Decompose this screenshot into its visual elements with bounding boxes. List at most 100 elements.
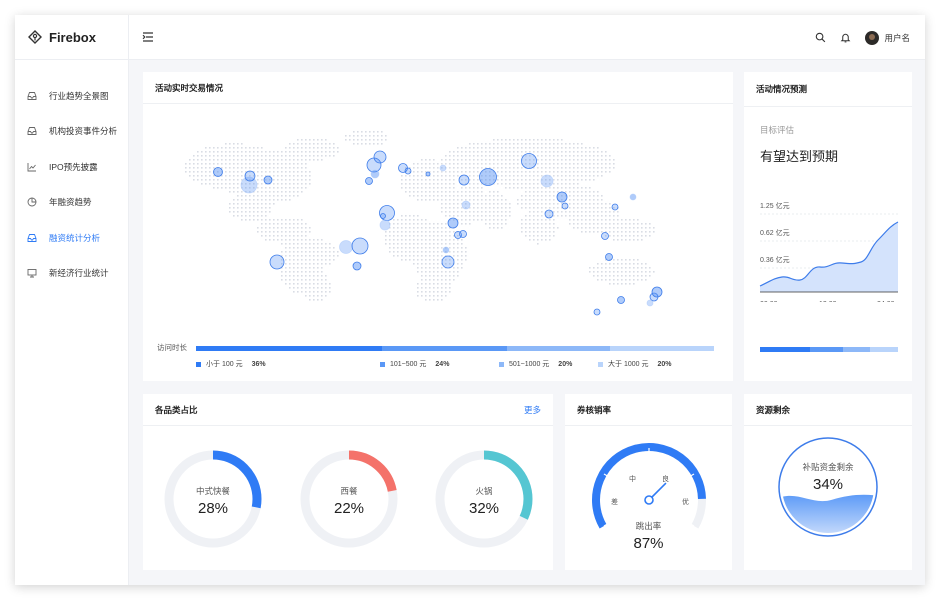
- map-dot: [441, 159, 443, 161]
- map-dot: [297, 267, 299, 269]
- map-dot: [453, 175, 455, 177]
- search-icon[interactable]: [815, 32, 826, 43]
- sidebar-item-6[interactable]: 新经济行业统计: [15, 256, 128, 292]
- legend-item[interactable]: 小于 100 元 36%: [196, 359, 266, 369]
- map-dot: [277, 195, 279, 197]
- map-dot: [489, 147, 491, 149]
- legend-item[interactable]: 101~500 元 24%: [380, 359, 449, 369]
- map-dot: [265, 207, 267, 209]
- map-dot: [201, 159, 203, 161]
- map-dot: [453, 163, 455, 165]
- map-dot: [217, 187, 219, 189]
- map-dot: [629, 259, 631, 261]
- menu-fold-icon[interactable]: [142, 31, 154, 43]
- map-dot: [629, 219, 631, 221]
- map-dot: [525, 179, 527, 181]
- legend-item[interactable]: 大于 1000 元 20%: [598, 359, 671, 369]
- map-dot: [273, 223, 275, 225]
- map-dot: [205, 167, 207, 169]
- map-dot: [465, 223, 467, 225]
- username[interactable]: 用户名: [884, 32, 910, 44]
- map-dot: [457, 275, 459, 277]
- map-dot: [613, 235, 615, 237]
- map-dot: [609, 283, 611, 285]
- map-dot: [541, 231, 543, 233]
- map-dot: [209, 167, 211, 169]
- map-dot: [441, 295, 443, 297]
- map-dot: [473, 179, 475, 181]
- map-dot: [309, 295, 311, 297]
- avatar[interactable]: [865, 30, 880, 45]
- map-dot: [281, 167, 283, 169]
- map-dot: [553, 227, 555, 229]
- map-dot: [413, 179, 415, 181]
- map-dot: [309, 279, 311, 281]
- map-dot: [321, 291, 323, 293]
- map-dot: [641, 235, 643, 237]
- sidebar-item-2[interactable]: 机构投资事件分析: [15, 114, 128, 150]
- map-dot: [249, 167, 251, 169]
- map-dot: [573, 219, 575, 221]
- map-dot: [589, 159, 591, 161]
- map-dot: [301, 239, 303, 241]
- more-link[interactable]: 更多: [524, 404, 541, 416]
- bell-icon[interactable]: [840, 32, 851, 43]
- logo[interactable]: Firebox: [15, 15, 128, 60]
- map-dot: [257, 203, 259, 205]
- map-dot: [397, 227, 399, 229]
- forecast-subtitle: 目标评估: [760, 125, 795, 135]
- map-dot: [297, 151, 299, 153]
- map-dot: [297, 195, 299, 197]
- map-dot: [529, 171, 531, 173]
- map-dot: [549, 151, 551, 153]
- map-dot: [473, 211, 475, 213]
- map-dot: [597, 219, 599, 221]
- map-bubble: [379, 219, 391, 231]
- map-dot: [281, 195, 283, 197]
- map-dot: [313, 287, 315, 289]
- realtime-trade-card: 活动实时交易情况 访问时长 小于 100 元 36% 101~500 元 24% 501…: [143, 72, 733, 381]
- map-dot: [453, 211, 455, 213]
- map-dot: [185, 171, 187, 173]
- map-dot: [521, 147, 523, 149]
- map-dot: [405, 175, 407, 177]
- map-dot: [545, 235, 547, 237]
- map-dot: [585, 151, 587, 153]
- sidebar-item-3[interactable]: IPO预先披露: [15, 149, 128, 185]
- map-dot: [637, 219, 639, 221]
- sidebar-item-5[interactable]: 融资统计分析: [15, 220, 128, 256]
- map-dot: [445, 175, 447, 177]
- map-dot: [505, 207, 507, 209]
- map-dot: [293, 267, 295, 269]
- map-dot: [293, 287, 295, 289]
- legend-item[interactable]: 501~1000 元 20%: [499, 359, 572, 369]
- map-dot: [481, 215, 483, 217]
- map-dot: [501, 179, 503, 181]
- sidebar-item-1[interactable]: 行业趋势全景图: [15, 78, 128, 114]
- map-dot: [569, 191, 571, 193]
- map-dot: [541, 155, 543, 157]
- sidebar-item-4[interactable]: 年融资趋势: [15, 185, 128, 221]
- map-dot: [285, 235, 287, 237]
- map-dot: [417, 267, 419, 269]
- map-dot: [197, 163, 199, 165]
- map-dot: [469, 143, 471, 145]
- map-dot: [537, 215, 539, 217]
- map-dot: [253, 163, 255, 165]
- map-dot: [309, 239, 311, 241]
- map-dot: [629, 239, 631, 241]
- sidebar-item-label: 新经济行业统计: [49, 268, 109, 279]
- map-dot: [497, 227, 499, 229]
- map-dot: [533, 179, 535, 181]
- map-dot: [449, 239, 451, 241]
- map-dot: [645, 227, 647, 229]
- map-dot: [229, 159, 231, 161]
- map-dot: [289, 255, 291, 257]
- map-dot: [445, 159, 447, 161]
- map-dot: [321, 247, 323, 249]
- map-dot: [293, 263, 295, 265]
- map-dot: [453, 167, 455, 169]
- map-dot: [261, 171, 263, 173]
- map-dot: [545, 147, 547, 149]
- map-dot: [305, 175, 307, 177]
